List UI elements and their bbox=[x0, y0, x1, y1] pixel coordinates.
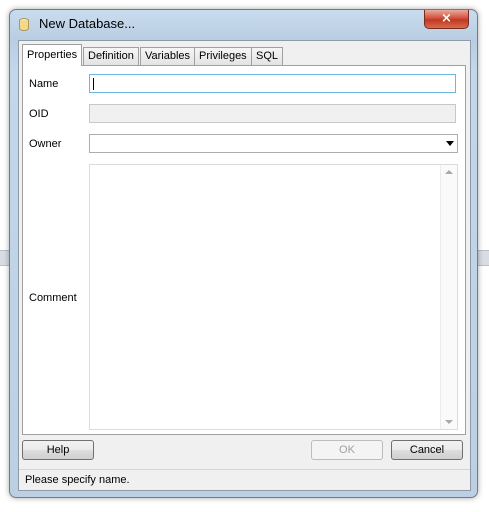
oid-input bbox=[89, 104, 456, 123]
ok-button[interactable]: OK bbox=[311, 440, 383, 460]
window-title: New Database... bbox=[39, 16, 136, 31]
status-bar: Please specify name. bbox=[19, 469, 470, 490]
text-caret bbox=[93, 78, 94, 90]
tab-variables[interactable]: Variables bbox=[140, 47, 196, 65]
oid-label: OID bbox=[29, 108, 49, 120]
properties-page: Name OID Owner Comment bbox=[22, 65, 466, 435]
title-bar[interactable]: New Database... × bbox=[10, 10, 477, 38]
name-input[interactable] bbox=[89, 74, 456, 93]
status-message: Please specify name. bbox=[25, 474, 130, 486]
database-icon bbox=[19, 18, 29, 31]
help-button[interactable]: Help bbox=[22, 440, 94, 460]
dialog-client-area: Properties Definition Variables Privileg… bbox=[18, 40, 471, 491]
cancel-button[interactable]: Cancel bbox=[391, 440, 463, 460]
scroll-down-icon[interactable] bbox=[445, 420, 453, 424]
new-database-dialog: New Database... × Properties Definition … bbox=[9, 9, 478, 498]
comment-label: Comment bbox=[29, 292, 77, 304]
scroll-up-icon[interactable] bbox=[445, 170, 453, 174]
tab-privileges[interactable]: Privileges bbox=[194, 47, 252, 65]
name-label: Name bbox=[29, 78, 59, 90]
close-button[interactable]: × bbox=[424, 10, 469, 29]
tab-bar: Properties Definition Variables Privileg… bbox=[22, 44, 462, 66]
owner-select[interactable] bbox=[89, 134, 458, 153]
chevron-down-icon[interactable] bbox=[446, 141, 454, 146]
tab-properties[interactable]: Properties bbox=[22, 44, 83, 66]
comment-textarea[interactable] bbox=[89, 164, 458, 430]
comment-scrollbar[interactable] bbox=[440, 165, 457, 429]
owner-label: Owner bbox=[29, 138, 62, 150]
close-icon: × bbox=[441, 11, 452, 26]
tab-definition[interactable]: Definition bbox=[83, 47, 139, 65]
tab-sql[interactable]: SQL bbox=[251, 47, 284, 65]
